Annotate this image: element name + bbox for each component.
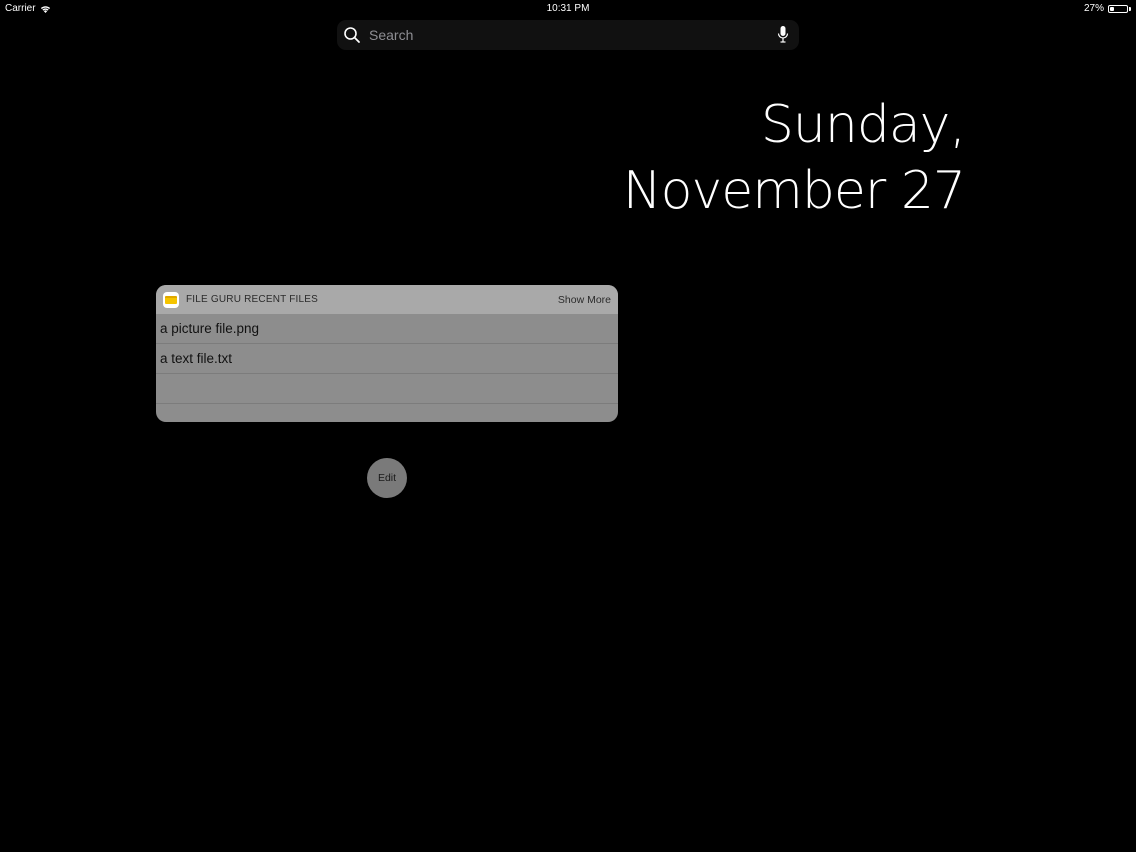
search-bar[interactable]: [337, 20, 799, 50]
show-more-button[interactable]: Show More: [558, 294, 611, 306]
date-display: Sunday, November 27: [622, 92, 966, 224]
file-row[interactable]: a text file.txt: [156, 344, 618, 374]
battery-icon: [1108, 4, 1131, 13]
status-time: 10:31 PM: [546, 3, 590, 14]
status-right: 27%: [1084, 3, 1131, 14]
file-row-empty: [156, 404, 618, 422]
date-month-day: November 27: [622, 161, 966, 221]
today-view-screen: Carrier 10:31 PM 27% Search Sunday, Nove…: [0, 0, 1136, 852]
search-icon: [343, 26, 361, 44]
status-bar: Carrier 10:31 PM 27%: [0, 0, 1136, 18]
microphone-icon[interactable]: [777, 25, 789, 45]
file-row-empty: [156, 374, 618, 404]
search-input[interactable]: [367, 26, 777, 44]
file-guru-app-icon[interactable]: [163, 291, 179, 308]
file-row[interactable]: a picture file.png: [156, 314, 618, 344]
file-guru-widget: FILE GURU RECENT FILES Show More a pictu…: [156, 285, 618, 422]
battery-percent: 27%: [1083, 3, 1104, 14]
date-weekday: Sunday,: [760, 95, 966, 155]
edit-button[interactable]: Edit: [367, 458, 407, 498]
widget-title: FILE GURU RECENT FILES: [186, 294, 319, 305]
widget-header: FILE GURU RECENT FILES Show More: [156, 285, 618, 314]
